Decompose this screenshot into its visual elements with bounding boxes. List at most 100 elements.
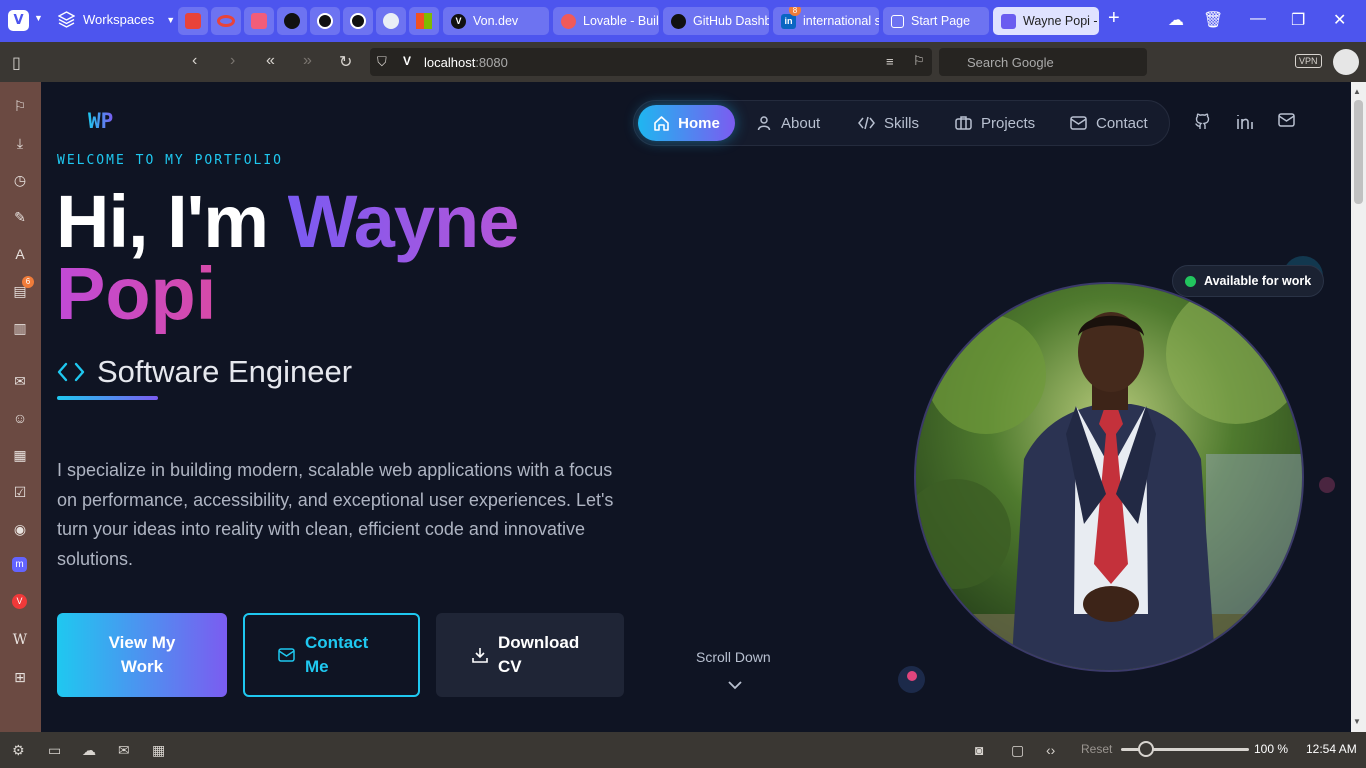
bookmark-icon[interactable]: ⚐ <box>913 53 925 69</box>
pinned-tab-1[interactable] <box>178 7 208 35</box>
download-cv-button[interactable]: Download CV <box>436 613 624 697</box>
translate-icon[interactable]: A <box>11 245 29 263</box>
tasks-icon[interactable]: ☑ <box>11 483 29 501</box>
clock: 12:54 AM <box>1306 742 1357 756</box>
add-panel-icon[interactable]: ⊞ <box>11 668 29 686</box>
nav-about[interactable]: About <box>756 105 820 141</box>
history-icon[interactable]: ◷ <box>11 171 29 189</box>
url-text[interactable]: localhost:8080 <box>424 55 508 70</box>
decorative-dot <box>1319 477 1335 493</box>
camera-icon[interactable]: ◙ <box>975 742 983 758</box>
tab-github[interactable]: GitHub Dashb <box>663 7 769 35</box>
pinned-tab-7[interactable] <box>376 7 406 35</box>
github-icon <box>671 13 686 29</box>
page-viewport: WP Home About Skills Projects Contact WE… <box>41 82 1351 732</box>
tab-linkedin[interactable]: in 8 international s <box>773 7 879 35</box>
code-icon[interactable]: ‹› <box>1046 742 1055 758</box>
calendar-grid-icon[interactable]: ▦ <box>11 446 29 464</box>
chevron-down-icon[interactable]: ▼ <box>34 13 43 23</box>
profile-avatar[interactable] <box>1333 49 1359 75</box>
tab-vondev[interactable]: V Von.dev <box>443 7 549 35</box>
mail-icon[interactable]: ✉ <box>11 372 29 390</box>
vpn-badge[interactable]: VPN <box>1295 54 1322 68</box>
nav-projects-label: Projects <box>981 114 1036 132</box>
role-title: Software Engineer <box>57 354 352 390</box>
maximize-icon[interactable]: ❐ <box>1291 10 1305 30</box>
pinned-tab-4[interactable] <box>277 7 307 35</box>
tab-wayne-popi[interactable]: Wayne Popi - <box>993 7 1099 35</box>
zoom-slider-handle[interactable] <box>1138 741 1154 757</box>
settings-icon[interactable]: ⚙ <box>12 742 25 759</box>
hero-prefix: Hi, I'm <box>56 180 288 263</box>
pinned-tab-6[interactable] <box>343 7 373 35</box>
bookmarks-icon[interactable]: ⚐ <box>11 97 29 115</box>
github-link-icon[interactable] <box>1194 113 1211 135</box>
nav-skills[interactable]: Skills <box>858 105 919 141</box>
mail-icon[interactable]: ✉ <box>118 742 130 759</box>
vivaldi-menu-icon[interactable]: V <box>8 10 29 31</box>
cloud-icon[interactable]: ☁ <box>1168 10 1184 30</box>
openai-icon <box>350 13 366 29</box>
user-icon <box>757 116 771 131</box>
view-work-button[interactable]: View My Work <box>57 613 227 697</box>
workspaces-button[interactable]: Workspaces ▼ <box>58 11 175 28</box>
tab-start-page[interactable]: Start Page <box>883 7 989 35</box>
tab-label: Lovable - Build <box>583 14 659 28</box>
panel-icon[interactable]: ▭ <box>48 742 61 759</box>
notes-icon[interactable]: ✎ <box>11 208 29 226</box>
site-logo[interactable]: WP <box>88 109 113 133</box>
forward-icon[interactable]: › <box>230 52 235 70</box>
pinned-tab-5[interactable] <box>310 7 340 35</box>
fast-forward-icon[interactable]: » <box>303 52 312 70</box>
vivaldi-panel-icon[interactable]: V <box>12 594 27 609</box>
close-icon[interactable]: ✕ <box>1333 10 1346 30</box>
mastodon-icon[interactable]: m <box>12 557 27 572</box>
contacts-icon[interactable]: ☺ <box>11 409 29 427</box>
nav-home-label: Home <box>678 114 720 132</box>
scroll-thumb[interactable] <box>1354 100 1363 204</box>
trash-icon[interactable]: 🗑 <box>1203 10 1223 30</box>
reader-view-icon[interactable]: ≡ <box>886 54 894 69</box>
window-icon[interactable]: ▢ <box>1011 742 1024 759</box>
oracle-icon <box>217 15 235 27</box>
decorative-dot <box>898 666 925 693</box>
search-input[interactable]: Search Google <box>939 48 1147 76</box>
tab-lovable[interactable]: Lovable - Build <box>553 7 659 35</box>
nav-projects[interactable]: Projects <box>955 105 1035 141</box>
nav-contact-label: Contact <box>1096 114 1148 132</box>
nav-contact[interactable]: Contact <box>1070 105 1148 141</box>
nav-home[interactable]: Home <box>638 105 735 141</box>
contact-me-button[interactable]: Contact Me <box>243 613 420 697</box>
hero-heading: Hi, I'm Wayne <box>56 180 519 263</box>
scroll-down-label[interactable]: Scroll Down <box>696 649 771 665</box>
site-favicon-icon <box>1001 13 1016 29</box>
email-link-icon[interactable] <box>1278 113 1295 132</box>
home-icon <box>654 115 669 131</box>
minimize-icon[interactable]: — <box>1250 10 1266 28</box>
pinned-tab-8[interactable] <box>409 7 439 35</box>
wikipedia-icon[interactable]: W <box>11 631 29 649</box>
scroll-up-icon[interactable]: ▲ <box>1353 87 1361 96</box>
new-tab-icon[interactable]: + <box>1108 7 1120 30</box>
reload-icon[interactable]: ↻ <box>339 52 352 72</box>
pinned-tab-2[interactable] <box>211 7 241 35</box>
layers-icon <box>58 11 75 28</box>
nav-about-label: About <box>781 114 821 132</box>
tab-label: international s <box>803 14 879 28</box>
grid-icon <box>891 14 904 28</box>
shield-icon[interactable]: ⛉ <box>377 54 387 70</box>
app-icon <box>251 13 267 29</box>
scroll-down-icon[interactable]: ▼ <box>1353 717 1361 726</box>
zoom-reset-button[interactable]: Reset <box>1081 742 1112 756</box>
chevron-down-icon[interactable] <box>727 680 743 690</box>
reading-list-icon[interactable]: ▥ <box>11 319 29 337</box>
rewind-icon[interactable]: « <box>266 52 275 70</box>
calendar-icon[interactable]: ▦ <box>152 742 165 759</box>
download-icon[interactable]: ⤓ <box>11 134 29 152</box>
pinned-tab-3[interactable] <box>244 7 274 35</box>
feeds-icon[interactable]: ◉ <box>11 520 29 538</box>
panel-toggle-icon[interactable]: ▯ <box>12 53 21 73</box>
sync-cloud-icon[interactable]: ☁ <box>82 742 96 759</box>
back-icon[interactable]: ‹ <box>192 52 197 70</box>
linkedin-link-icon[interactable] <box>1236 113 1253 135</box>
